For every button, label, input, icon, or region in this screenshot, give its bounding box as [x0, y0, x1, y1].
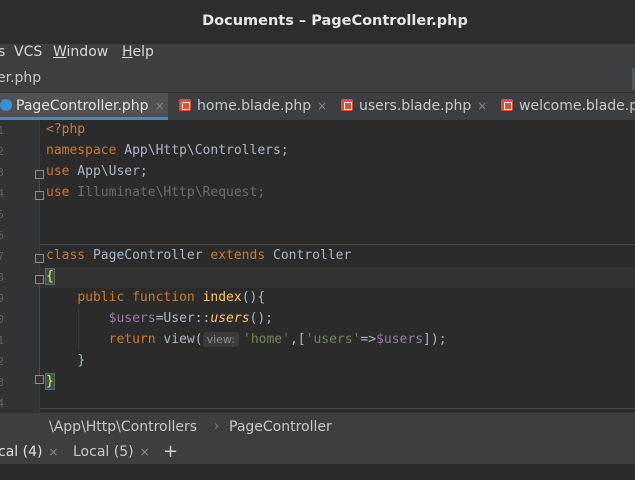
line-number: 2 [0, 355, 4, 368]
code-line-1[interactable]: <?php [46, 122, 85, 137]
code-line-10[interactable]: return view(view:'home',['users'=>$users… [46, 332, 447, 347]
close-icon[interactable]: × [477, 99, 487, 113]
tab-label: home.blade.php [197, 98, 312, 114]
navigation-bar: er.php [0, 66, 635, 92]
editor-breadcrumb-bar: \App\Http\Controllers › PageController [0, 412, 635, 440]
fold-guide [39, 181, 40, 191]
line-number: 4 [0, 187, 4, 200]
nav-breadcrumb-file[interactable]: er.php [0, 70, 41, 86]
terminal-tab-bar: cal (4) × Local (5) × + [0, 440, 635, 464]
matched-brace: } [45, 373, 55, 390]
close-icon[interactable]: × [155, 99, 165, 113]
code-line-6[interactable]: class PageController extends Controller [46, 248, 351, 263]
close-icon[interactable]: × [140, 445, 150, 459]
code-line-4[interactable]: use Illuminate\Http\Request; [46, 185, 265, 200]
title-bar: Documents – PageController.php [0, 0, 635, 44]
method-separator [40, 244, 635, 245]
matched-brace: { [45, 268, 55, 285]
line-number: 8 [0, 271, 4, 284]
blade-file-icon [501, 99, 513, 111]
line-number: 0 [0, 313, 4, 326]
tab-users-blade[interactable]: users.blade.php × [341, 93, 487, 120]
fold-guide [39, 285, 40, 375]
line-number: 1 [0, 334, 4, 347]
line-number: 6 [0, 229, 4, 242]
tab-pagecontroller[interactable]: PageController.php × [0, 93, 168, 120]
code-line-11[interactable]: } [46, 353, 85, 368]
blade-file-icon [179, 99, 191, 111]
chevron-right-icon: › [214, 419, 220, 434]
line-number: 1 [0, 124, 4, 137]
code-line-7[interactable]: { [45, 268, 55, 285]
line-number: 3 [0, 376, 4, 389]
method-separator [40, 408, 635, 409]
close-icon[interactable]: × [48, 445, 58, 459]
code-line-12[interactable]: } [45, 373, 55, 390]
add-terminal-button[interactable]: + [163, 441, 178, 462]
code-line-8[interactable]: public function index(){ [46, 290, 265, 305]
current-line-highlight [40, 267, 635, 288]
terminal-tab-local-4[interactable]: cal (4) × [0, 444, 59, 460]
tab-label: PageController.php [16, 98, 149, 114]
window-title: Documents – PageController.php [202, 13, 468, 29]
breadcrumb-class[interactable]: PageController [229, 419, 332, 435]
tab-welcome-blade[interactable]: welcome.blade.p [501, 93, 635, 120]
tab-label: users.blade.php [359, 98, 472, 114]
parameter-hint: view: [202, 332, 239, 347]
line-number: 3 [0, 166, 4, 179]
line-number: 4 [0, 397, 4, 410]
breadcrumb-namespace[interactable]: \App\Http\Controllers [49, 419, 197, 435]
line-number: 7 [0, 250, 4, 263]
code-line-3[interactable]: use App\User; [46, 164, 148, 179]
menu-item-vcs-partial[interactable]: s [0, 44, 5, 60]
code-line-2[interactable]: namespace App\Http\Controllers; [46, 143, 289, 158]
editor-gutter[interactable]: 1 2 3 4 5 6 7 8 9 0 1 2 3 4 [0, 120, 40, 412]
menu-item-vcs[interactable]: VCS [14, 44, 42, 60]
terminal-tab-local-5[interactable]: Local (5) × [73, 444, 150, 460]
tab-home-blade[interactable]: home.blade.php × [179, 93, 327, 120]
terminal-area[interactable] [0, 464, 635, 480]
fold-marker-icon[interactable] [35, 375, 44, 384]
menu-item-window[interactable]: Window [53, 44, 108, 60]
close-icon[interactable]: × [317, 99, 327, 113]
editor-tab-bar: PageController.php × home.blade.php × user… [0, 92, 635, 120]
line-number: 2 [0, 145, 4, 158]
menu-item-help[interactable]: Help [122, 44, 154, 60]
fold-marker-icon[interactable] [35, 275, 44, 284]
line-number: 9 [0, 292, 4, 305]
blade-file-icon [341, 99, 353, 111]
php-class-icon [0, 99, 12, 111]
fold-marker-icon[interactable] [35, 191, 44, 200]
menu-bar: s VCS Window Help [0, 44, 635, 66]
line-number: 5 [0, 208, 4, 221]
fold-marker-icon[interactable] [35, 254, 44, 263]
tab-label: welcome.blade.p [519, 98, 635, 114]
code-editor[interactable]: 1 2 3 4 5 6 7 8 9 0 1 2 3 4 <?php namesp… [0, 120, 635, 412]
fold-marker-icon[interactable] [35, 170, 44, 179]
code-line-9[interactable]: $users=User::users(); [46, 311, 273, 326]
